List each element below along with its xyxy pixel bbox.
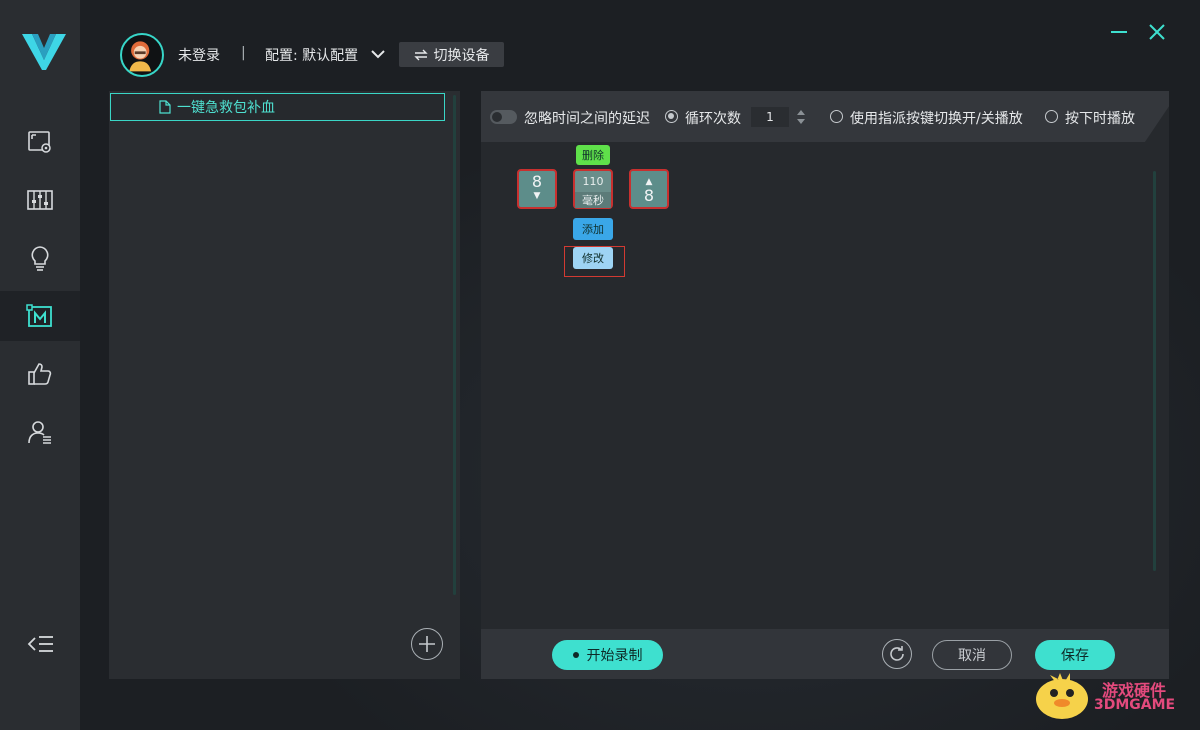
plus-icon	[419, 636, 435, 652]
macro-editor-panel: 忽略时间之间的延迟 循环次数 使用指派按键切换开/关播放 按下时播放 删除 8 …	[481, 91, 1169, 679]
config-selector[interactable]: 配置: 默认配置	[265, 45, 358, 65]
login-status[interactable]: 未登录	[178, 45, 220, 65]
header-separator: |	[241, 45, 246, 61]
ignore-delay-label: 忽略时间之间的延迟	[524, 111, 650, 127]
watermark-line2: 3DMGAME	[1094, 697, 1176, 713]
sliders-icon	[27, 190, 53, 210]
file-icon	[159, 100, 171, 114]
refresh-icon	[890, 646, 904, 661]
macro-name: 一键急救包补血	[177, 100, 275, 116]
key-up-block[interactable]: ▲ 8	[629, 169, 669, 209]
thumbs-up-icon	[28, 363, 52, 385]
screen-settings-icon	[28, 131, 51, 153]
watermark: 游戏硬件 3DMGAME	[1030, 665, 1195, 725]
assign-key-radio[interactable]	[830, 110, 843, 123]
assign-key-label: 使用指派按键切换开/关播放	[850, 111, 1023, 127]
sidebar-item-account[interactable]	[0, 407, 80, 457]
key-down-block[interactable]: 8 ▼	[517, 169, 557, 209]
switch-device-label: 切换设备	[433, 47, 490, 64]
macro-list-scrollbar[interactable]	[453, 95, 456, 595]
chevron-down-icon[interactable]	[370, 48, 386, 60]
add-action-button[interactable]: 添加	[573, 218, 613, 240]
add-macro-button[interactable]	[411, 628, 443, 660]
list-item[interactable]: 一键急救包补血	[110, 93, 445, 121]
key-down-value: 8	[531, 172, 543, 191]
avatar[interactable]	[120, 33, 164, 77]
user-list-icon	[28, 421, 51, 444]
loop-count-input[interactable]	[751, 107, 789, 127]
modify-button[interactable]: 修改	[573, 247, 613, 269]
mascot-logo	[1036, 673, 1088, 719]
loop-count-stepper[interactable]	[795, 107, 807, 127]
loop-count-label: 循环次数	[685, 111, 741, 127]
sidebar-item-sliders[interactable]	[0, 175, 80, 225]
sidebar-item-macro[interactable]	[0, 291, 80, 341]
delay-unit: 毫秒	[575, 192, 611, 208]
switch-device-button[interactable]: 切换设备	[399, 42, 504, 67]
sidebar	[0, 0, 80, 730]
delete-button[interactable]: 删除	[576, 145, 610, 165]
key-up-value: 8	[643, 186, 655, 205]
macro-icon	[26, 304, 52, 327]
close-icon[interactable]	[1145, 20, 1169, 44]
start-record-button[interactable]: 开始录制	[552, 640, 663, 670]
reset-button[interactable]	[882, 639, 912, 669]
macro-toolbar: 忽略时间之间的延迟 循环次数 使用指派按键切换开/关播放 按下时播放	[481, 91, 1169, 142]
delay-block[interactable]: 110 毫秒	[573, 169, 613, 209]
ignore-delay-toggle[interactable]	[490, 110, 517, 124]
minimize-icon[interactable]	[1107, 20, 1131, 44]
sidebar-item-screen-settings[interactable]	[0, 117, 80, 167]
collapse-sidebar-icon[interactable]	[26, 630, 56, 658]
loop-count-radio[interactable]	[665, 110, 678, 123]
swap-icon	[413, 49, 428, 60]
brand-logo	[22, 34, 66, 70]
press-play-radio[interactable]	[1045, 110, 1058, 123]
macro-list-panel: 一键急救包补血	[109, 91, 460, 679]
start-record-label: 开始录制	[586, 648, 643, 664]
arrow-down-icon: ▼	[533, 191, 541, 201]
lightbulb-icon	[31, 246, 49, 271]
user-avatar-icon	[129, 41, 152, 72]
record-dot-icon	[572, 652, 579, 658]
editor-scrollbar[interactable]	[1153, 171, 1156, 571]
cancel-button[interactable]: 取消	[932, 640, 1012, 670]
sidebar-item-rating[interactable]	[0, 349, 80, 399]
delay-value: 110	[582, 175, 604, 188]
sidebar-item-lighting[interactable]	[0, 233, 80, 283]
press-play-label: 按下时播放	[1065, 111, 1135, 127]
